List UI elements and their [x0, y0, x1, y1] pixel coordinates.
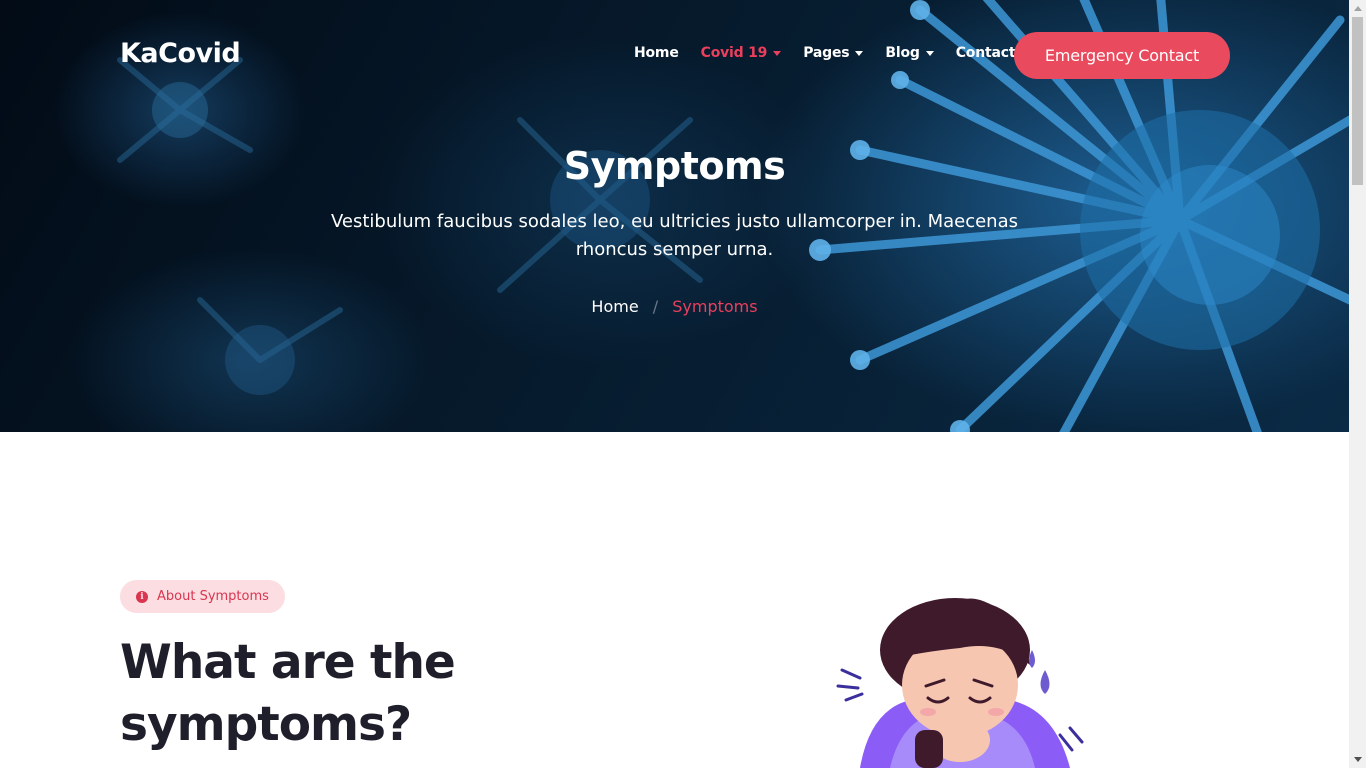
breadcrumb: Home / Symptoms: [0, 297, 1349, 316]
section-heading: What are the symptoms?: [120, 635, 456, 752]
scroll-down-arrow-icon[interactable]: [1349, 751, 1366, 768]
nav-item-label: Pages: [803, 45, 850, 61]
nav-item-label: Contact: [955, 45, 1016, 61]
page-title: Symptoms: [563, 144, 786, 188]
scroll-up-arrow-icon[interactable]: [1349, 0, 1366, 17]
sick-boy-coughing-illustration: [836, 598, 1084, 768]
caret-down-icon: [925, 50, 934, 56]
nav-item-pages[interactable]: Pages: [803, 45, 864, 61]
badge-label: About Symptoms: [157, 589, 269, 604]
page-scrollbar[interactable]: [1349, 0, 1366, 768]
emergency-contact-button[interactable]: Emergency Contact: [1014, 32, 1230, 79]
nav-item-covid19[interactable]: Covid 19: [701, 45, 782, 61]
nav-item-home[interactable]: Home: [634, 45, 679, 61]
caret-down-icon: [855, 50, 864, 56]
nav-item-blog[interactable]: Blog: [885, 45, 934, 61]
site-logo[interactable]: KaCovid: [120, 38, 241, 69]
main-nav: Home Covid 19 Pages Blog Contact: [634, 45, 1037, 61]
hero-subtitle: Vestibulum faucibus sodales leo, eu ultr…: [331, 211, 1018, 260]
nav-item-label: Blog: [885, 45, 920, 61]
nav-item-label: Covid 19: [700, 45, 768, 61]
breadcrumb-separator: /: [652, 297, 659, 316]
hero-banner: KaCovid Home Covid 19 Pages Blog Contact…: [0, 0, 1349, 432]
caret-down-icon: [773, 50, 782, 56]
scrollbar-thumb[interactable]: [1352, 17, 1363, 185]
nav-item-contact[interactable]: Contact: [956, 45, 1016, 61]
info-circle-icon: i: [136, 590, 148, 603]
breadcrumb-current: Symptoms: [672, 297, 758, 316]
nav-item-label: Home: [634, 45, 679, 61]
breadcrumb-home-link[interactable]: Home: [591, 297, 638, 316]
section-badge: i About Symptoms: [120, 580, 285, 613]
